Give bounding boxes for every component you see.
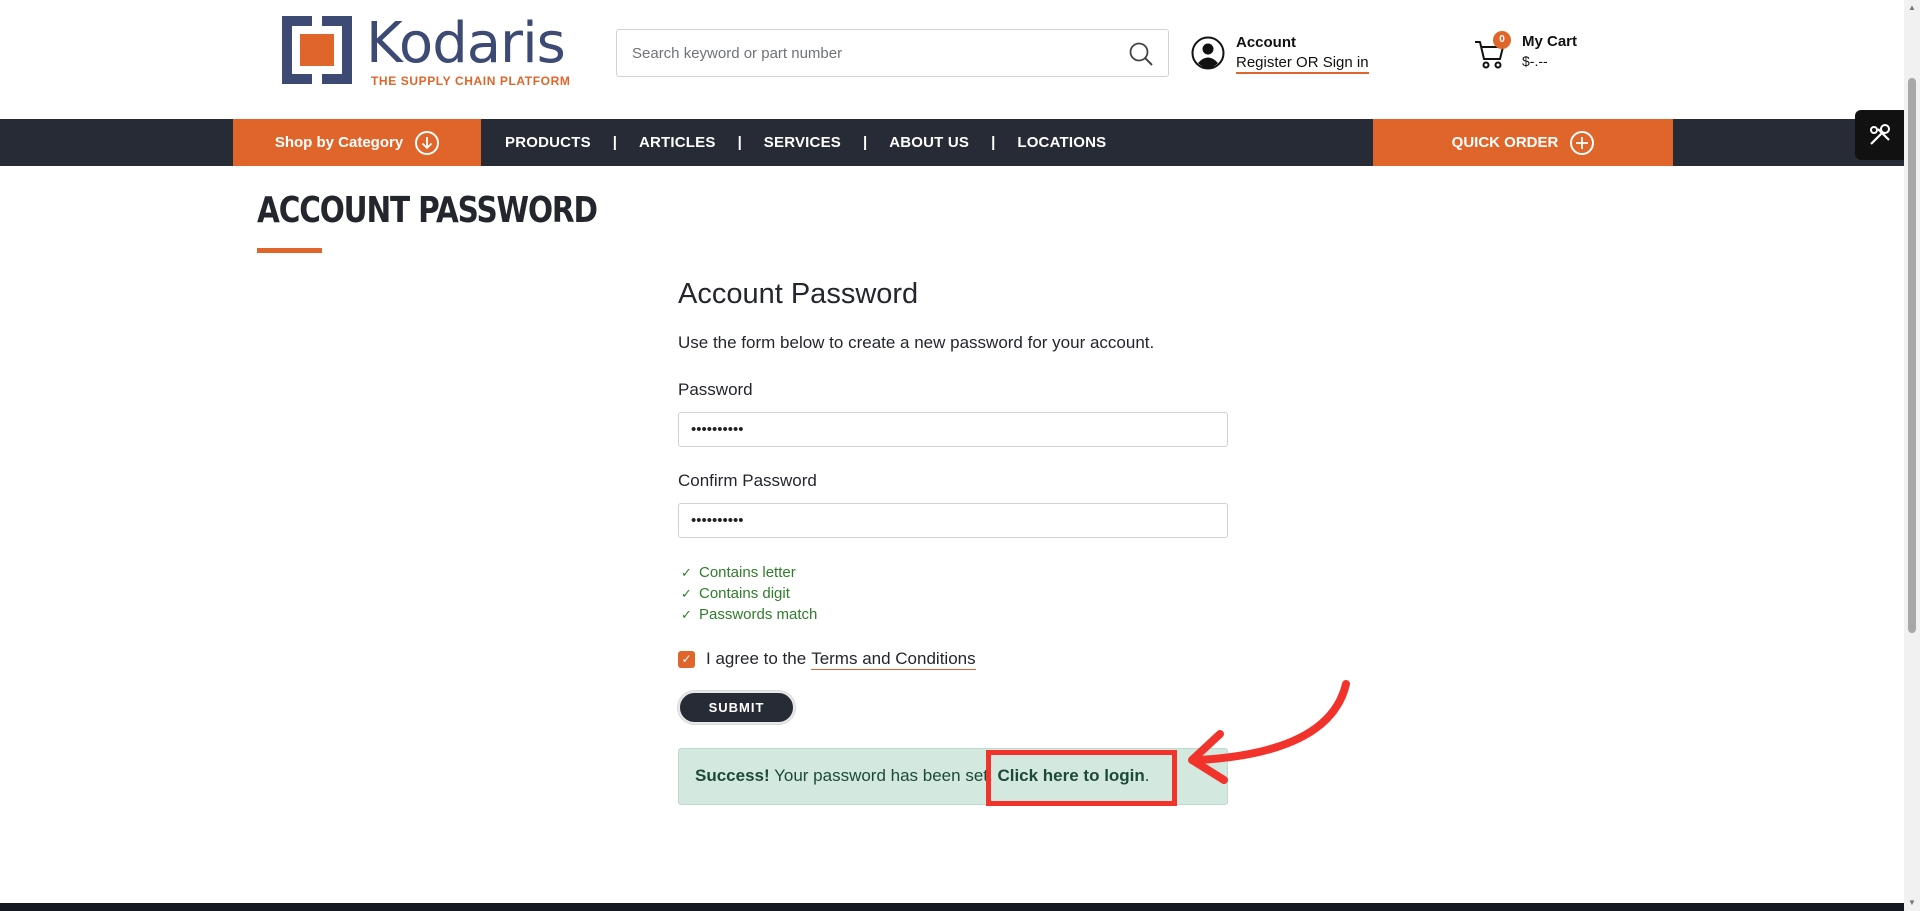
nav-item-services[interactable]: SERVICES [764,134,841,151]
agree-text: I agree to the [706,649,807,668]
shop-by-category-label: Shop by Category [274,134,404,151]
page-scrollbar[interactable]: ▲ ▼ [1904,0,1920,911]
form-intro: Use the form below to create a new passw… [678,333,1155,352]
rule-text: Passwords match [699,606,818,623]
account-menu[interactable]: Account Register OR Sign in [1191,34,1391,76]
logo-tagline: THE SUPPLY CHAIN PLATFORM [371,74,571,88]
nav-separator: | [991,134,996,151]
confirm-password-field[interactable] [678,503,1228,538]
success-message: Your password has been set. [769,766,998,785]
submit-button[interactable]: SUBMIT [678,691,795,724]
cart-total: $-.-- [1522,53,1548,69]
cart-count-badge: 0 [1493,31,1511,49]
annotation-arrow-icon [1188,680,1350,784]
search-icon[interactable] [1128,41,1154,67]
terms-agreement: ✓ I agree to the Terms and Conditions [678,648,976,670]
rule-text: Contains digit [699,585,790,602]
tools-icon [1870,124,1890,145]
password-field[interactable] [678,412,1228,447]
password-rules: ✓ Contains letter ✓ Contains digit ✓ Passwo… [681,562,817,625]
check-icon: ✓ [681,607,692,622]
main-nav: Shop by Category PRODUCTS | ARTICLES | S… [0,119,1904,166]
arrow-down-circle-icon [415,130,440,155]
rule-text: Contains letter [699,564,796,581]
nav-item-about-us[interactable]: ABOUT US [889,134,969,151]
kodaris-logo[interactable]: Kodaris THE SUPPLY CHAIN PLATFORM [278,11,572,88]
search-input[interactable] [617,30,1097,76]
page-title: ACCOUNT PASSWORD [257,190,598,231]
search-bar [616,29,1169,77]
nav-separator: | [737,134,742,151]
check-icon: ✓ [681,586,692,601]
scrollbar-thumb[interactable] [1908,78,1916,633]
quick-order-button[interactable]: QUICK ORDER [1373,119,1673,166]
user-icon [1191,36,1225,70]
terms-link[interactable]: Terms and Conditions [811,649,976,670]
footer-edge [0,903,1904,911]
check-icon: ✓ [681,565,692,580]
nav-separator: | [862,134,868,151]
logo-wordmark: Kodaris [366,11,566,76]
password-label: Password [678,380,753,399]
scroll-down-arrow-icon[interactable]: ▼ [1908,898,1916,907]
scroll-up-arrow-icon[interactable]: ▲ [1908,3,1916,12]
logo-mark-icon [282,16,352,84]
annotation-highlight-box [986,750,1177,806]
form-heading: Account Password [678,278,919,310]
title-underline [257,248,322,253]
quick-order-label: QUICK ORDER [1451,134,1559,151]
nav-item-products[interactable]: PRODUCTS [505,134,591,151]
shop-by-category-button[interactable]: Shop by Category [233,119,481,166]
plus-circle-icon [1570,130,1595,155]
nav-separator: | [612,134,617,151]
site-header: Kodaris THE SUPPLY CHAIN PLATFORM Accoun… [0,0,1904,119]
success-strong: Success! [695,766,770,785]
cart-widget[interactable]: 0 My Cart $-.-- [1474,30,1624,76]
confirm-password-label: Confirm Password [678,471,817,490]
rule-item: ✓ Passwords match [681,604,817,625]
rule-item: ✓ Contains digit [681,583,817,604]
terms-checkbox[interactable]: ✓ [678,650,695,668]
nav-item-locations[interactable]: LOCATIONS [1017,134,1106,151]
tools-toggle-button[interactable] [1855,110,1905,160]
account-title: Account [1236,34,1296,51]
register-signin-link[interactable]: Register OR Sign in [1236,54,1369,74]
nav-item-articles[interactable]: ARTICLES [639,134,716,151]
rule-item: ✓ Contains letter [681,562,817,583]
cart-title: My Cart [1522,33,1578,50]
nav-links: PRODUCTS | ARTICLES | SERVICES | ABOUT U… [505,119,1106,166]
